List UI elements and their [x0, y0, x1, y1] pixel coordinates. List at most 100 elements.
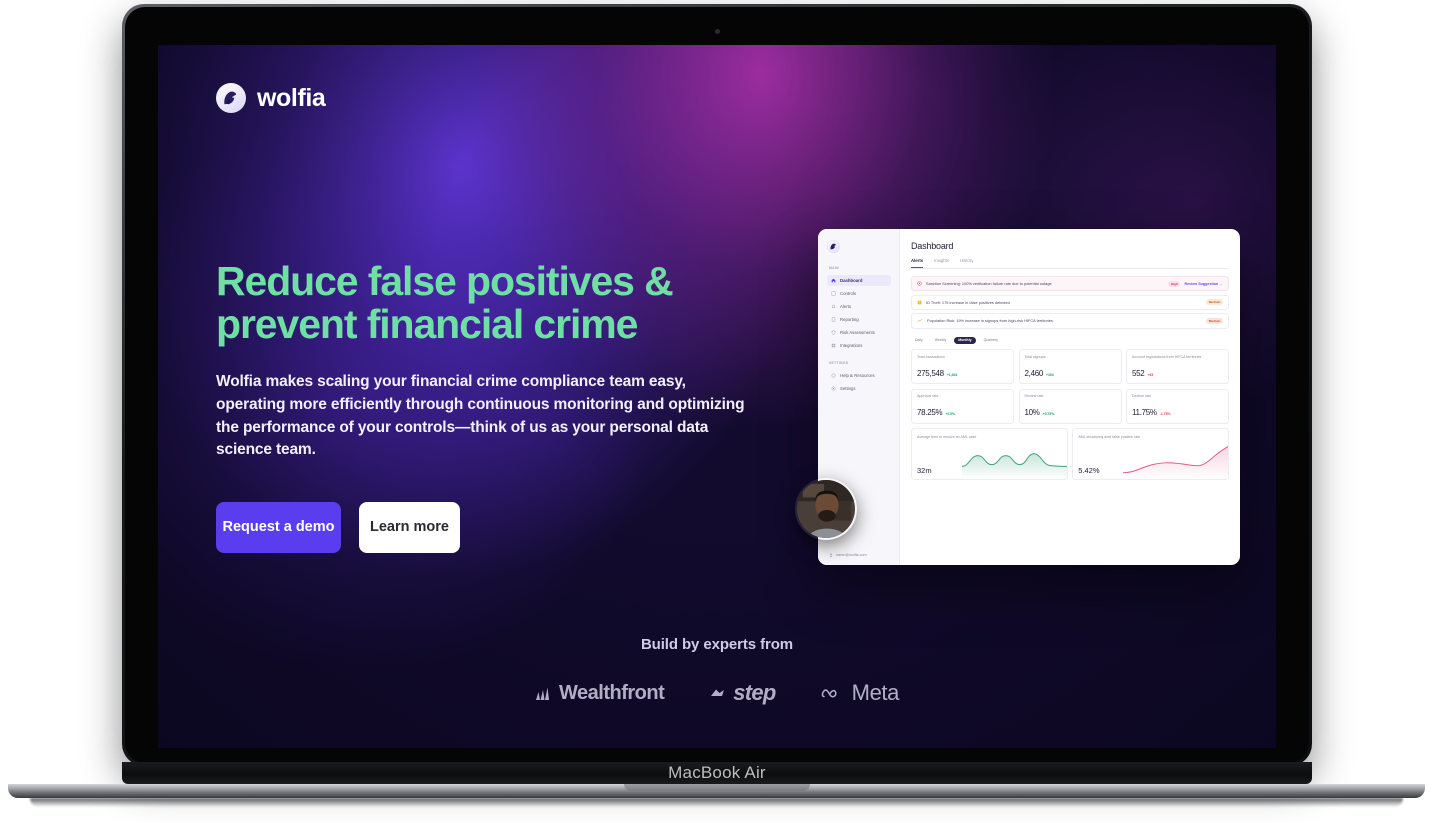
kpi-label: Review rate: [1024, 394, 1044, 399]
sidebar-account[interactable]: naren@wolfia.com: [827, 553, 891, 557]
kpi-delta: +304: [1046, 372, 1054, 377]
dashboard-tabs: Alerts Insights History: [911, 258, 1229, 269]
chip-weekly[interactable]: Weekly: [931, 337, 950, 345]
shield-icon: [831, 330, 836, 335]
wolf-logo-icon: [216, 83, 246, 113]
kpi-card: Review rate 10% +0.75%: [1018, 388, 1122, 424]
resolve-time-area-chart: [961, 453, 1067, 480]
warning-square-icon: [917, 300, 922, 305]
sidebar-item-alerts[interactable]: Alerts: [827, 301, 891, 312]
experts-label: Build by experts from: [640, 636, 794, 653]
request-demo-button[interactable]: Request a demo: [216, 501, 341, 553]
site-logo-text: wolfia: [257, 83, 326, 112]
tab-alerts[interactable]: Alerts: [911, 258, 924, 269]
review-suggestion-link[interactable]: Review Suggestion →: [1184, 282, 1223, 286]
sidebar-section-label-main: Main: [829, 266, 839, 270]
dashboard-page-title: Dashboard: [911, 241, 954, 251]
sidebar-item-risk-assessments[interactable]: Risk Assessments: [827, 327, 891, 338]
question-icon: [831, 373, 836, 378]
sidebar-item-help-resources[interactable]: Help & Resources: [827, 370, 891, 381]
dashboard-mockup: Main Dashboard Controls Alerts: [818, 229, 1240, 565]
page-title: Reduce false positives & prevent financi…: [216, 260, 776, 345]
wealthfront-label: Wealthfront: [559, 681, 665, 704]
chart-card-false-positive-rate: AML structuring alert false positive rat…: [1072, 428, 1229, 481]
user-icon: [829, 553, 833, 557]
kpi-label: Total signups: [1024, 354, 1046, 359]
chip-daily[interactable]: Daily: [911, 337, 927, 345]
kpi-card: Total signups 2,460 +304: [1018, 349, 1122, 385]
sidebar-item-label: Risk Assessments: [840, 329, 875, 335]
hero-cta-group: Request a demo Learn more: [216, 501, 776, 553]
avatar-photo-icon: [797, 480, 855, 538]
experts-section: Build by experts from Wealthfront step M…: [158, 636, 1276, 706]
grid-icon: [831, 343, 836, 347]
status-badge: Medium: [1206, 299, 1223, 306]
kpi-label: Decline rate: [1132, 394, 1152, 399]
kpi-label: Approval rate: [917, 394, 939, 399]
alert-text: Sanction Screening: 100% verification fa…: [926, 281, 1052, 287]
sidebar-item-settings[interactable]: Settings: [827, 383, 891, 394]
kpi-delta: +0.75%: [1042, 412, 1055, 417]
bell-icon: [831, 304, 836, 308]
kpi-delta: +1,404: [946, 372, 958, 377]
alert-text: ID Theft: 175 increase in false positive…: [926, 299, 1010, 305]
alert-row[interactable]: Sanction Screening: 100% verification fa…: [911, 276, 1229, 292]
kpi-card: Decline rate 11.75% -1.75%: [1126, 388, 1229, 424]
sidebar-item-dashboard[interactable]: Dashboard: [827, 275, 891, 287]
laptop-chin: MacBook Air: [122, 762, 1312, 784]
chart-card-resolve-time: Average time to resolve an AML case 32m: [911, 428, 1068, 481]
sidebar-item-label: Alerts: [840, 303, 851, 309]
laptop-device: wolfia Reduce false positives & prevent …: [122, 4, 1312, 766]
gear-icon: [831, 386, 836, 391]
chart-label: Average time to resolve an AML case: [917, 434, 977, 439]
chart-value: 5.42%: [1078, 465, 1100, 475]
kpi-delta: +45: [1147, 372, 1154, 377]
chart-label: AML structuring alert false positive rat…: [1078, 434, 1141, 439]
kpi-card: Approval rate 78.25% +2.5%: [911, 388, 1014, 424]
false-positive-area-chart: [1122, 446, 1228, 480]
tab-history[interactable]: History: [960, 258, 973, 265]
step-label: step: [733, 680, 776, 705]
screenshot-stage: wolfia Reduce false positives & prevent …: [0, 0, 1433, 823]
kpi-value: 11.75%: [1132, 408, 1157, 418]
chart-value: 32m: [917, 465, 932, 475]
sidebar-item-integrations[interactable]: Integrations: [827, 339, 891, 350]
sidebar-item-label: Integrations: [840, 342, 863, 348]
kpi-delta: -1.75%: [1159, 412, 1171, 417]
learn-more-button[interactable]: Learn more: [359, 501, 460, 553]
kpi-value: 2,460: [1024, 368, 1044, 378]
tab-insights[interactable]: Insights: [934, 258, 949, 265]
kpi-value: 275,548: [917, 368, 944, 378]
dashboard-logo-icon: [827, 240, 840, 253]
kpi-label: Total transactions: [917, 354, 945, 359]
meta-label: Meta: [851, 680, 900, 705]
step-icon: [711, 689, 725, 696]
partner-logos: Wealthfront step Meta: [158, 680, 1276, 706]
sliders-icon: [831, 291, 836, 296]
sidebar-item-label: Settings: [840, 386, 856, 392]
alert-circle-icon: [917, 281, 922, 286]
laptop-screen: wolfia Reduce false positives & prevent …: [158, 45, 1276, 748]
alert-row[interactable]: ID Theft: 175 increase in false positive…: [911, 294, 1229, 310]
chip-monthly[interactable]: Monthly: [954, 336, 976, 345]
dashboard-main: Dashboard Alerts Insights History Sancti…: [900, 229, 1240, 565]
site-logo[interactable]: wolfia: [216, 83, 326, 113]
kpi-value: 552: [1132, 368, 1145, 378]
chip-quarterly[interactable]: Quarterly: [980, 337, 1002, 345]
alert-list: Sanction Screening: 100% verification fa…: [911, 276, 1229, 329]
status-badge: Medium: [1206, 317, 1223, 324]
document-icon: [831, 317, 836, 322]
laptop-base-notch: [623, 784, 810, 791]
sidebar-account-email: naren@wolfia.com: [836, 553, 867, 557]
wealthfront-logo: Wealthfront: [535, 681, 665, 705]
sidebar-item-controls[interactable]: Controls: [827, 288, 891, 299]
status-badge: High: [1168, 280, 1181, 287]
sidebar-item-reporting[interactable]: Reporting: [827, 314, 891, 325]
step-logo: step: [709, 680, 776, 706]
range-filter-chips: Daily Weekly Monthly Quarterly: [911, 336, 1229, 345]
device-model-label: MacBook Air: [668, 763, 766, 782]
alert-row[interactable]: Population Risk: 19% increase in signups…: [911, 313, 1229, 329]
sidebar-item-label: Dashboard: [840, 278, 863, 284]
sidebar-item-label: Help & Resources: [840, 373, 875, 379]
kpi-delta: +2.5%: [945, 412, 956, 417]
